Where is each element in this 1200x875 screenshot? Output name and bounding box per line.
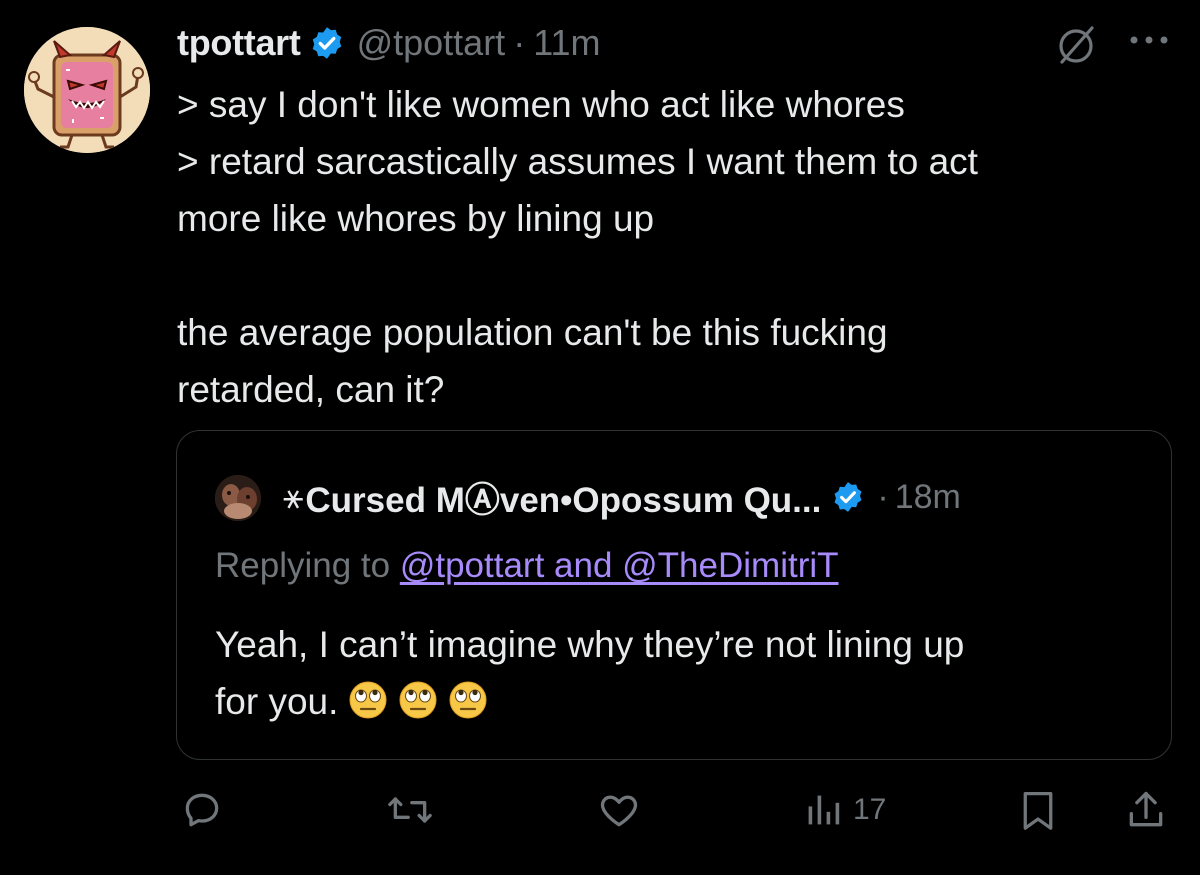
tweet[interactable]: tpottart @tpottart · 11m > say I don't l… [0,0,1200,875]
reply-icon [180,788,224,832]
quoted-name-star: ⚹ [283,477,304,516]
eye-roll-emoji [448,679,488,719]
tweet-timestamp[interactable]: 11m [533,22,600,64]
quoted-tweet-text: Yeah, I can’t imagine why they’re not li… [215,616,1155,730]
verified-icon[interactable] [309,25,345,61]
action-bar: 17 [0,780,1200,840]
quoted-author-display-name[interactable]: Cursed MⒶven•Opossum Qu... [305,472,821,523]
quoted-text-line-last: for you. [215,673,1155,730]
share-button[interactable] [1124,788,1168,832]
replying-to: Replying to @tpottart and @TheDimitriT [215,546,839,586]
tweet-header: tpottart @tpottart · 11m [177,18,601,68]
quoted-text-line: Yeah, I can’t imagine why they’re not li… [215,624,965,665]
verified-icon[interactable] [831,480,865,514]
views-button[interactable]: 17 [805,788,886,832]
like-button[interactable] [597,788,641,832]
share-icon [1124,788,1168,832]
header-separator: · [513,22,526,63]
like-icon [597,788,641,832]
author-avatar[interactable] [24,27,150,153]
eye-roll-emoji [398,679,438,719]
quoted-tweet-header: ⚹ Cursed MⒶven•Opossum Qu... · 18m [283,471,961,523]
tweet-text-line: > retard sarcastically assumes I want th… [177,141,978,182]
more-icon[interactable] [1128,30,1170,50]
grok-icon[interactable] [1050,20,1102,72]
tweet-text: > say I don't like women who act like wh… [177,76,1167,418]
quoted-tweet[interactable]: ⚹ Cursed MⒶven•Opossum Qu... · 18m Reply… [176,430,1172,760]
repost-icon [385,788,435,832]
quoted-tweet-timestamp[interactable]: 18m [895,478,961,517]
tweet-text-line: retarded, can it? [177,369,445,410]
bookmark-icon [1018,788,1058,832]
bookmark-button[interactable] [1018,788,1058,832]
views-icon [805,788,841,832]
views-count: 17 [853,793,887,826]
eye-roll-emoji [348,679,388,719]
quoted-text-line: for you. [215,681,339,722]
tweet-text-line: > say I don't like women who act like wh… [177,84,905,125]
tweet-text-line: more like whores by lining up [177,198,655,239]
author-display-name[interactable]: tpottart [177,22,301,64]
replying-to-mentions[interactable]: @tpottart and @TheDimitriT [400,546,839,585]
reply-button[interactable] [180,788,224,832]
tweet-text-line: the average population can't be this fuc… [177,312,888,353]
quoted-author-avatar[interactable] [215,475,261,521]
author-handle[interactable]: @tpottart [357,22,506,64]
quoted-header-separator: · [877,477,889,516]
repost-button[interactable] [385,788,435,832]
replying-to-label: Replying to [215,546,400,585]
